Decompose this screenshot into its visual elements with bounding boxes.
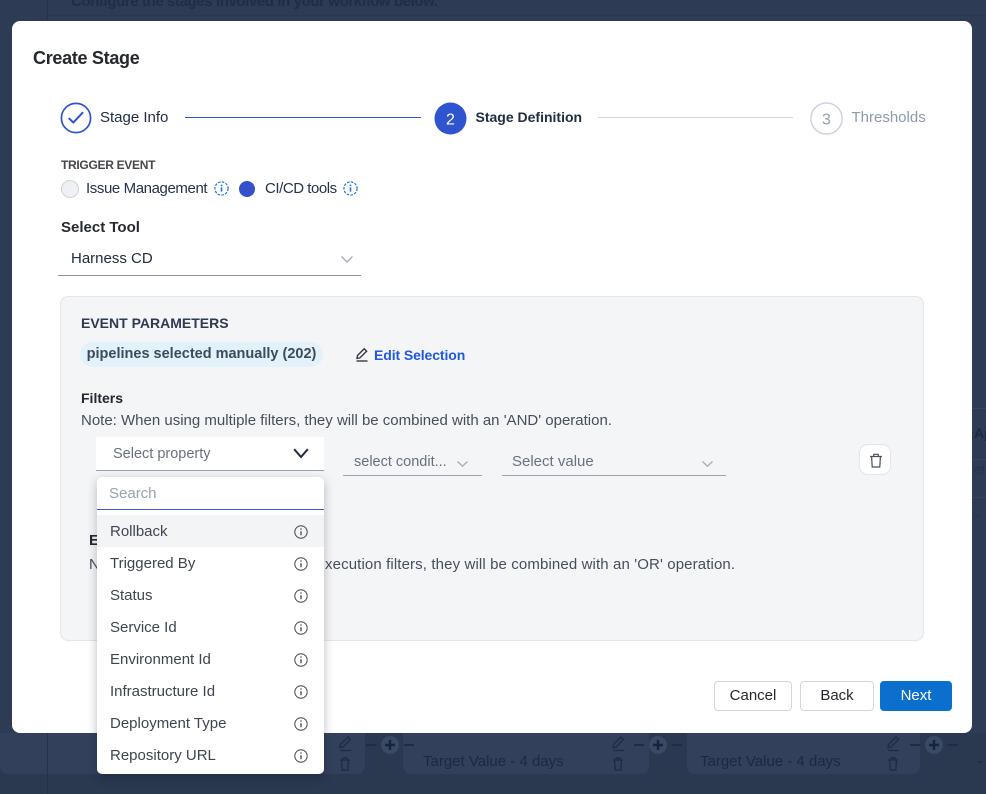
svg-text:2: 2	[446, 112, 455, 129]
svg-text:3: 3	[822, 112, 831, 129]
